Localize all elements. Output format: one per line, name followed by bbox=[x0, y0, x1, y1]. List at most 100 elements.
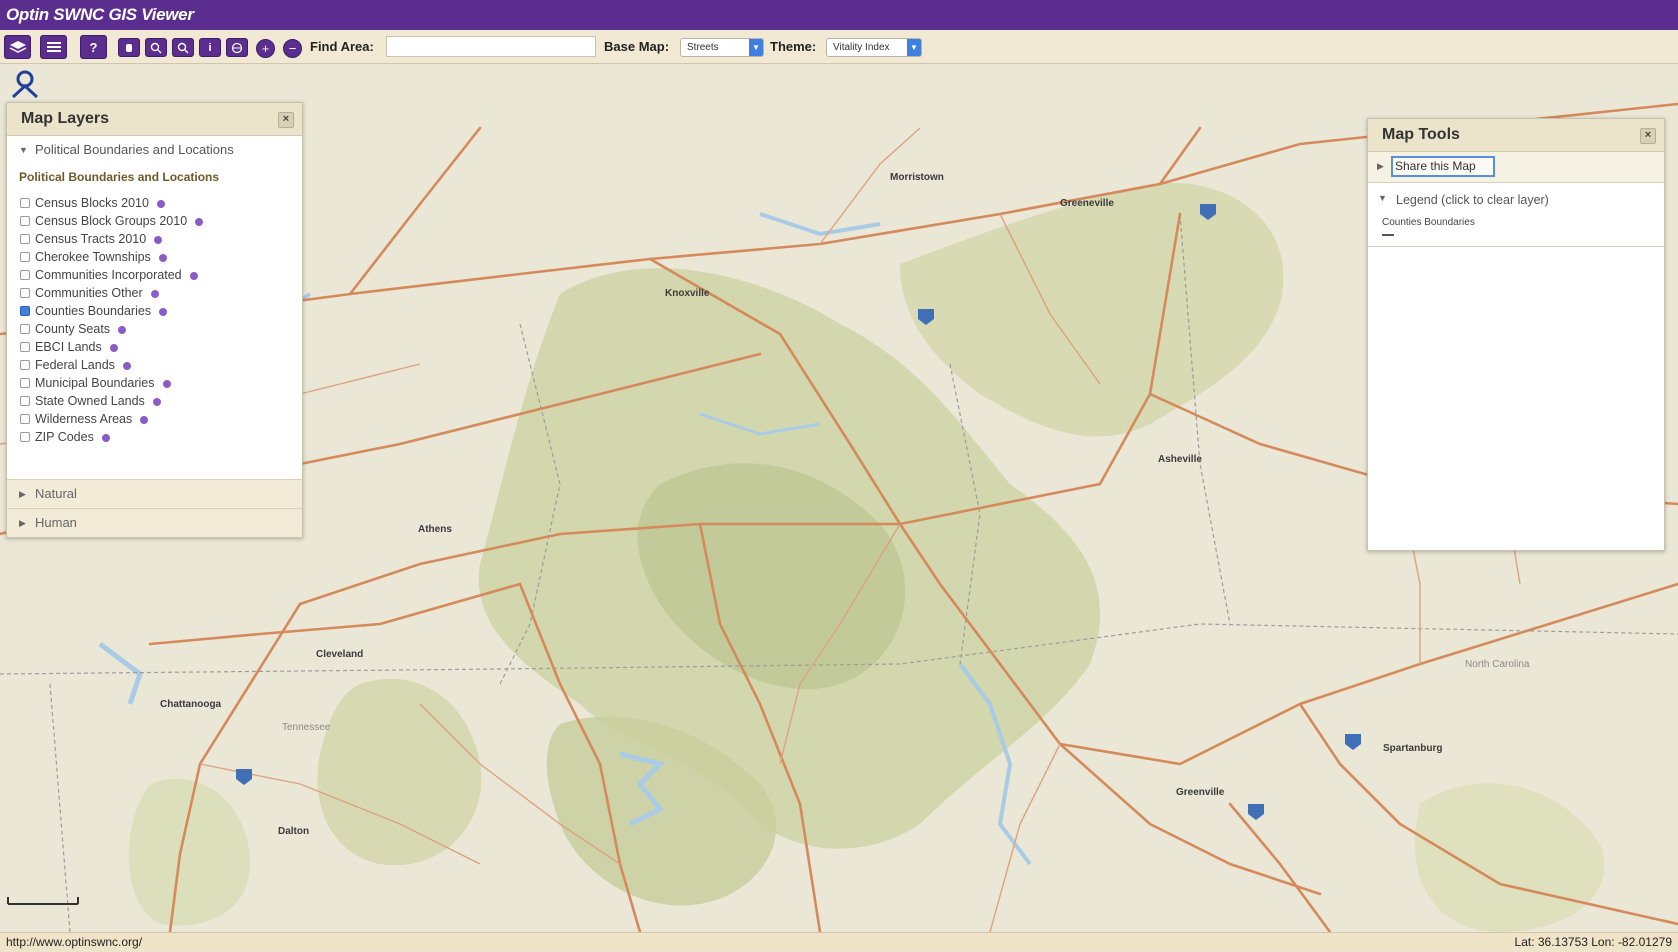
layer-checkbox[interactable] bbox=[20, 234, 30, 244]
layer-item[interactable]: EBCI Lands bbox=[7, 338, 302, 356]
info-icon[interactable] bbox=[154, 235, 163, 244]
zoom-out-box-icon[interactable] bbox=[172, 38, 194, 57]
map-label-morristown: Morristown bbox=[890, 172, 944, 183]
basemap-value: Streets bbox=[687, 42, 719, 53]
info-icon[interactable] bbox=[118, 325, 127, 334]
layer-label: Census Block Groups 2010 bbox=[35, 214, 188, 228]
info-icon[interactable] bbox=[109, 343, 118, 352]
region-label-tennessee: Tennessee bbox=[282, 722, 331, 733]
layer-label: Wilderness Areas bbox=[35, 412, 133, 426]
info-icon[interactable] bbox=[159, 307, 168, 316]
layer-checkbox[interactable] bbox=[20, 252, 30, 262]
layer-label: Federal Lands bbox=[35, 358, 115, 372]
info-icon[interactable] bbox=[158, 253, 167, 262]
layer-checkbox[interactable] bbox=[20, 306, 30, 316]
layer-checkbox[interactable] bbox=[20, 324, 30, 334]
layer-checkbox[interactable] bbox=[20, 396, 30, 406]
legend-line-swatch bbox=[1382, 234, 1394, 236]
layer-item[interactable]: Census Tracts 2010 bbox=[7, 230, 302, 248]
map-label-dalton: Dalton bbox=[278, 826, 309, 837]
map-tools-header: Map Tools × bbox=[1368, 119, 1664, 152]
layers-icon[interactable] bbox=[4, 35, 31, 59]
chevron-down-icon: ▼ bbox=[749, 39, 763, 56]
close-icon[interactable]: × bbox=[278, 112, 294, 128]
globe-icon[interactable] bbox=[226, 38, 248, 57]
section-title-political: Political Boundaries and Locations bbox=[19, 170, 220, 184]
map-layers-title: Map Layers bbox=[21, 110, 110, 127]
layer-item[interactable]: Communities Incorporated bbox=[7, 266, 302, 284]
info-icon[interactable] bbox=[162, 379, 171, 388]
theme-label: Theme: bbox=[770, 39, 817, 54]
close-icon[interactable]: × bbox=[1640, 128, 1656, 144]
layer-label: Census Tracts 2010 bbox=[35, 232, 147, 246]
layer-label: Municipal Boundaries bbox=[35, 376, 155, 390]
layer-checkbox[interactable] bbox=[20, 198, 30, 208]
layer-checkbox[interactable] bbox=[20, 378, 30, 388]
layer-item[interactable]: Federal Lands bbox=[7, 356, 302, 374]
accordion-natural[interactable]: ▶ Natural bbox=[7, 479, 302, 508]
map-tools-title: Map Tools bbox=[1382, 126, 1460, 143]
map-tools-panel: Map Tools × ▶ Share this Map ▼ Legend (c… bbox=[1367, 118, 1665, 551]
layer-item[interactable]: County Seats bbox=[7, 320, 302, 338]
layer-checkbox[interactable] bbox=[20, 360, 30, 370]
map-canvas[interactable]: Morristown Greeneville Knoxville Ashevil… bbox=[0, 64, 1678, 932]
accordion-human[interactable]: ▶ Human bbox=[7, 508, 302, 537]
pan-hand-icon[interactable] bbox=[118, 38, 140, 57]
info-icon[interactable] bbox=[122, 361, 131, 370]
layer-item[interactable]: Counties Boundaries bbox=[7, 302, 302, 320]
layer-label: Cherokee Townships bbox=[35, 250, 151, 264]
layer-item[interactable]: Census Blocks 2010 bbox=[7, 194, 302, 212]
info-icon[interactable] bbox=[156, 199, 165, 208]
legend-header[interactable]: ▼ Legend (click to clear layer) bbox=[1368, 191, 1664, 209]
layer-checkbox[interactable] bbox=[20, 342, 30, 352]
layer-item[interactable]: Communities Other bbox=[7, 284, 302, 302]
zoom-in-icon[interactable]: + bbox=[256, 39, 275, 58]
legend-title: Legend (click to clear layer) bbox=[1396, 193, 1549, 207]
basemap-select[interactable]: Streets ▼ bbox=[680, 38, 764, 57]
list-icon[interactable] bbox=[40, 35, 67, 59]
layer-checkbox[interactable] bbox=[20, 432, 30, 442]
map-label-asheville: Asheville bbox=[1158, 454, 1202, 465]
layer-label: Counties Boundaries bbox=[35, 304, 152, 318]
find-area-input[interactable] bbox=[386, 36, 596, 57]
layer-checkbox[interactable] bbox=[20, 414, 30, 424]
cursor-coordinates: Lat: 36.13753 Lon: -82.01279 bbox=[1514, 935, 1672, 949]
layer-checkbox[interactable] bbox=[20, 270, 30, 280]
info-icon[interactable] bbox=[140, 415, 149, 424]
layer-label: Communities Incorporated bbox=[35, 268, 182, 282]
layer-item[interactable]: ZIP Codes bbox=[7, 428, 302, 446]
accordion-political-boundaries[interactable]: ▼ Political Boundaries and Locations bbox=[7, 136, 302, 164]
share-row: ▶ Share this Map bbox=[1368, 152, 1664, 183]
toolbar: ? i + − Find Area: Base Map: Streets ▼ T… bbox=[0, 30, 1678, 64]
accordion-label: Human bbox=[35, 515, 77, 530]
share-map-button[interactable]: Share this Map bbox=[1391, 156, 1495, 177]
map-label-knoxville: Knoxville bbox=[665, 288, 710, 299]
layer-checkbox[interactable] bbox=[20, 216, 30, 226]
zoom-in-box-icon[interactable] bbox=[145, 38, 167, 57]
layer-label: State Owned Lands bbox=[35, 394, 145, 408]
map-label-greenville: Greenville bbox=[1176, 787, 1225, 798]
map-label-greeneville: Greeneville bbox=[1060, 198, 1114, 209]
map-label-cleveland: Cleveland bbox=[316, 649, 363, 660]
layer-item[interactable]: Census Block Groups 2010 bbox=[7, 212, 302, 230]
help-icon[interactable]: ? bbox=[80, 35, 107, 59]
layer-label: EBCI Lands bbox=[35, 340, 102, 354]
info-icon[interactable] bbox=[101, 433, 110, 442]
layer-item[interactable]: State Owned Lands bbox=[7, 392, 302, 410]
layer-item[interactable]: Cherokee Townships bbox=[7, 248, 302, 266]
layer-label: Communities Other bbox=[35, 286, 143, 300]
info-icon[interactable] bbox=[150, 289, 159, 298]
zoom-out-icon[interactable]: − bbox=[283, 39, 302, 58]
layer-item[interactable]: Wilderness Areas bbox=[7, 410, 302, 428]
info-icon[interactable] bbox=[195, 217, 204, 226]
layer-item[interactable]: Municipal Boundaries bbox=[7, 374, 302, 392]
theme-select[interactable]: Vitality Index ▼ bbox=[826, 38, 922, 57]
legend-layer-name[interactable]: Counties Boundaries bbox=[1368, 217, 1664, 228]
info-icon[interactable] bbox=[189, 271, 198, 280]
home-extent-icon[interactable] bbox=[8, 68, 42, 98]
identify-icon[interactable]: i bbox=[199, 38, 221, 57]
app-title: Optin SWNC GIS Viewer bbox=[6, 5, 194, 24]
info-icon[interactable] bbox=[152, 397, 161, 406]
layer-checkbox[interactable] bbox=[20, 288, 30, 298]
map-layers-header: Map Layers × bbox=[7, 103, 302, 136]
